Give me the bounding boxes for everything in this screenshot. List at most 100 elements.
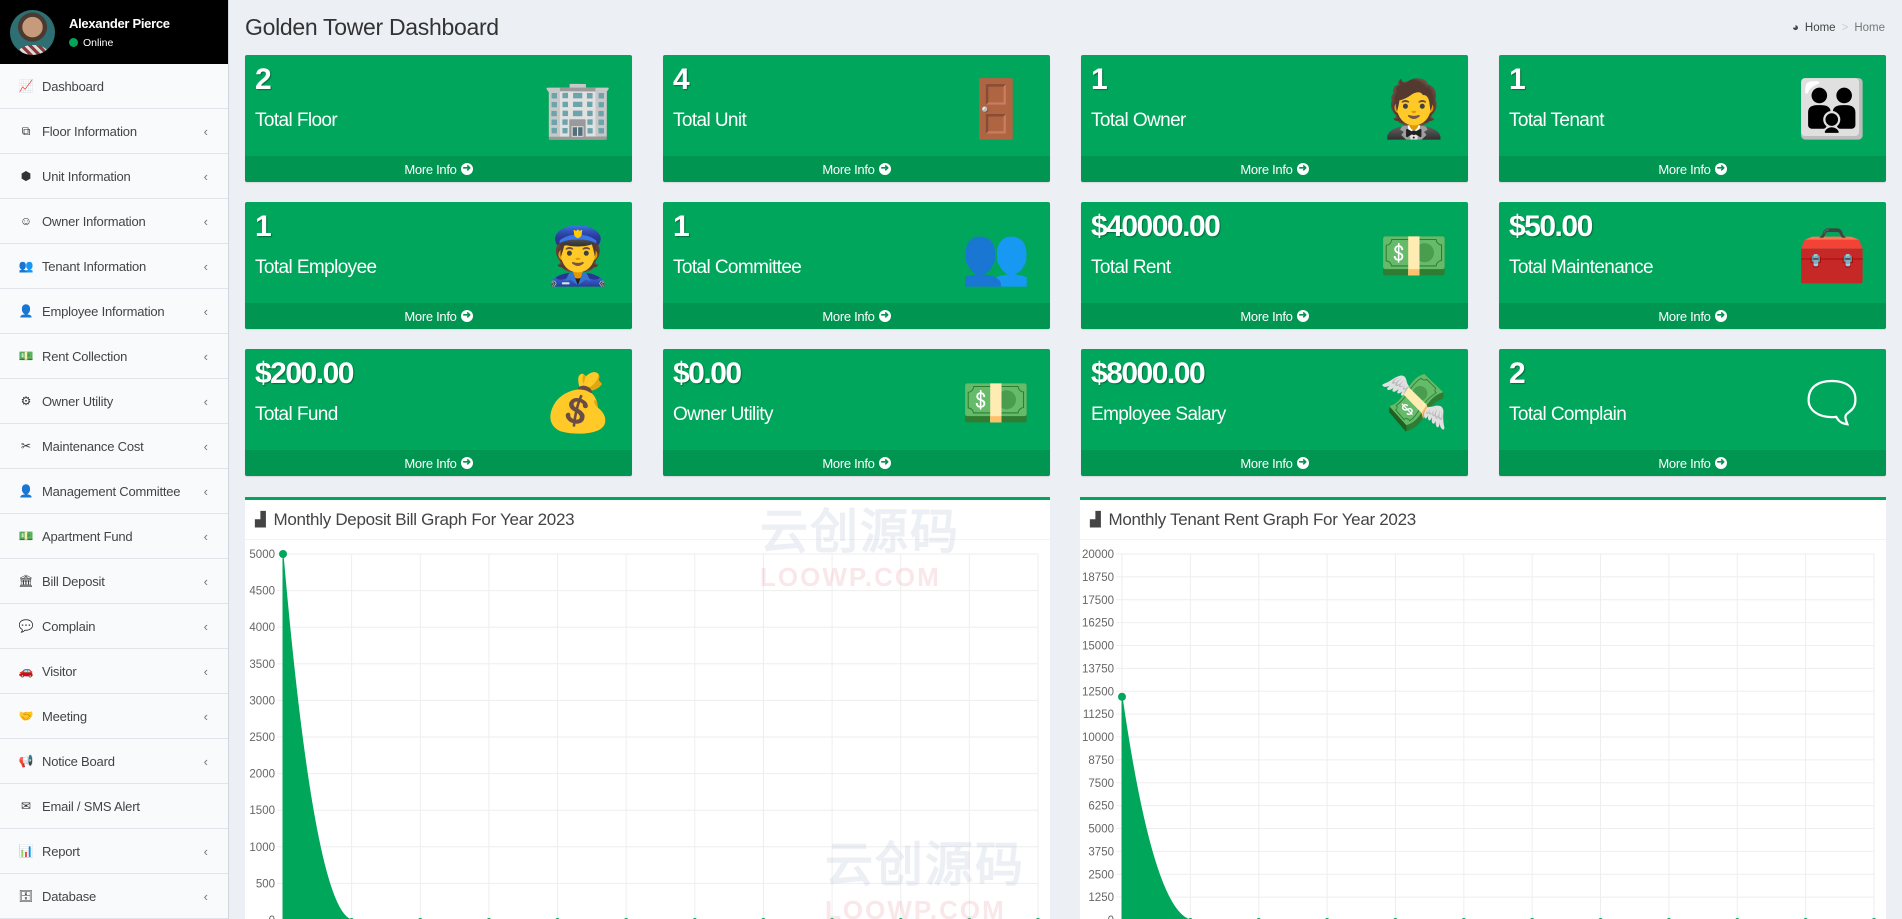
y-tick-label: 17500 — [1082, 595, 1114, 607]
family-icon: 👪 — [1797, 77, 1867, 140]
y-tick-label: 11250 — [1083, 709, 1114, 721]
comments-icon: 💬 — [18, 619, 34, 633]
sidebar-item-complain[interactable]: 💬 Complain ‹ — [0, 604, 228, 649]
chevron-left-icon: ‹ — [203, 303, 208, 319]
more-info-link[interactable]: More Info ➜ — [663, 303, 1050, 329]
more-info-label: More Info — [1240, 455, 1293, 471]
card-label: Total Rent — [1091, 257, 1171, 278]
more-info-link[interactable]: More Info ➜ — [1081, 450, 1468, 476]
more-info-link[interactable]: More Info ➜ — [663, 450, 1050, 476]
chevron-left-icon: ‹ — [203, 483, 208, 499]
sidebar-item-tenant-information[interactable]: 👥 Tenant Information ‹ — [0, 244, 228, 289]
sidebar-item-label: Owner Information — [42, 213, 146, 229]
deposit-bill-chart-box: ▟ Monthly Deposit Bill Graph For Year 20… — [245, 497, 1050, 919]
y-tick-label: 8750 — [1088, 755, 1114, 767]
bar-chart-icon: 📊 — [18, 844, 34, 858]
more-info-link[interactable]: More Info ➜ — [1499, 450, 1886, 476]
sidebar-item-label: Complain — [42, 618, 96, 634]
y-tick-label: 4500 — [249, 586, 275, 598]
database-icon: 🗄 — [18, 889, 34, 903]
handshake-icon: 🤝 — [18, 709, 34, 723]
area-series — [1121, 696, 1190, 919]
deposit-bill-chart: 5000450040003500300025002000150010005000 — [249, 549, 1040, 919]
sidebar-item-label: Floor Information — [42, 123, 137, 139]
data-point[interactable] — [279, 550, 287, 558]
breadcrumb-home-link[interactable]: Home — [1805, 22, 1836, 34]
more-info-link[interactable]: More Info ➜ — [1499, 156, 1886, 182]
data-point[interactable] — [1118, 692, 1126, 701]
more-info-link[interactable]: More Info ➜ — [245, 156, 632, 182]
user-panel: Alexander Pierce Online — [0, 0, 228, 64]
car-icon: 🚗 — [18, 664, 34, 678]
sidebar-item-label: Maintenance Cost — [42, 438, 144, 454]
sidebar-item-owner-utility[interactable]: ⚙ Owner Utility ‹ — [0, 379, 228, 424]
sidebar-item-meeting[interactable]: 🤝 Meeting ‹ — [0, 694, 228, 739]
sidebar-item-label: Meeting — [42, 708, 87, 724]
sidebar-item-management-committee[interactable]: 👤 Management Committee ‹ — [0, 469, 228, 514]
sidebar-item-label: Database — [42, 888, 97, 904]
cubes-icon: ⬢ — [20, 169, 32, 183]
stat-card-total-tenant: 1 Total Tenant 👪 More Info ➜ — [1499, 55, 1886, 182]
police-officer-icon: 👮 — [543, 224, 613, 287]
tenant-rent-chart: 2000018750175001625015000137501250011250… — [1082, 549, 1876, 919]
banknote-coins-icon: 💸 — [1379, 371, 1449, 434]
card-label: Total Fund — [255, 404, 338, 425]
copy-icon: ⧉ — [21, 123, 31, 138]
more-info-link[interactable]: More Info ➜ — [245, 303, 632, 329]
sidebar-item-email-sms-alert[interactable]: ✉ Email / SMS Alert — [0, 784, 228, 829]
sidebar-item-rent-collection[interactable]: 💵 Rent Collection ‹ — [0, 334, 228, 379]
more-info-label: More Info — [822, 161, 875, 177]
card-value: 2 — [255, 63, 272, 96]
dashboard-icon: ◕ — [1791, 22, 1799, 34]
breadcrumb: ◕ Home > Home — [1792, 22, 1885, 34]
y-tick-label: 1000 — [249, 842, 275, 854]
y-tick-label: 3500 — [249, 659, 275, 671]
chevron-left-icon: ‹ — [203, 843, 208, 859]
sidebar-item-label: Dashboard — [42, 78, 104, 94]
y-tick-label: 16250 — [1082, 618, 1114, 630]
sidebar-item-visitor[interactable]: 🚗 Visitor ‹ — [0, 649, 228, 694]
sidebar-item-employee-information[interactable]: 👤 Employee Information ‹ — [0, 289, 228, 334]
more-info-label: More Info — [822, 308, 875, 324]
card-label: Total Floor — [255, 110, 338, 131]
breadcrumb-separator: > — [1841, 22, 1849, 34]
users-icon: 👥 — [18, 259, 34, 273]
y-tick-label: 2000 — [249, 769, 275, 781]
card-label: Total Unit — [673, 110, 747, 131]
area-chart-icon: ▟ — [255, 511, 266, 527]
card-label: Total Owner — [1091, 110, 1186, 131]
sidebar-item-apartment-fund[interactable]: 💵 Apartment Fund ‹ — [0, 514, 228, 559]
sidebar-item-label: Rent Collection — [42, 348, 128, 364]
page-title: Golden Tower Dashboard — [245, 14, 499, 40]
chevron-left-icon: ‹ — [203, 438, 208, 454]
card-value: 4 — [673, 63, 690, 96]
sidebar-item-database[interactable]: 🗄 Database ‹ — [0, 874, 228, 919]
user-icon: 👤 — [18, 484, 34, 498]
more-info-link[interactable]: More Info ➜ — [245, 450, 632, 476]
sidebar-item-notice-board[interactable]: 📢 Notice Board ‹ — [0, 739, 228, 784]
money-coins-icon: 💰 — [543, 371, 613, 434]
sidebar-item-report[interactable]: 📊 Report ‹ — [0, 829, 228, 874]
more-info-link[interactable]: More Info ➜ — [1499, 303, 1886, 329]
money-icon: 💵 — [18, 529, 34, 543]
sidebar-item-maintenance-cost[interactable]: ✂ Maintenance Cost ‹ — [0, 424, 228, 469]
more-info-link[interactable]: More Info ➜ — [1081, 303, 1468, 329]
money-icon: 💵 — [18, 349, 34, 363]
more-info-link[interactable]: More Info ➜ — [663, 156, 1050, 182]
businessman-icon: 🤵 — [1379, 77, 1449, 140]
card-value: $8000.00 — [1091, 357, 1206, 390]
chevron-left-icon: ‹ — [203, 258, 208, 274]
card-value: $200.00 — [255, 357, 354, 390]
sidebar-item-owner-information[interactable]: ☺ Owner Information ‹ — [0, 199, 228, 244]
stat-card-total-floor: 2 Total Floor 🏢 More Info ➜ — [245, 55, 632, 182]
user-speech-icon: 🗨 — [1796, 371, 1868, 434]
more-info-label: More Info — [404, 161, 457, 177]
sidebar-item-floor-information[interactable]: ⧉ Floor Information ‹ — [0, 109, 228, 154]
stat-card-total-employee: 1 Total Employee 👮 More Info ➜ — [245, 202, 632, 329]
more-info-link[interactable]: More Info ➜ — [1081, 156, 1468, 182]
sidebar-item-bill-deposit[interactable]: 🏛 Bill Deposit ‹ — [0, 559, 228, 604]
sidebar-item-unit-information[interactable]: ⬢ Unit Information ‹ — [0, 154, 228, 199]
chevron-left-icon: ‹ — [203, 168, 208, 184]
sidebar-item-dashboard[interactable]: 📈 Dashboard — [0, 64, 228, 109]
arrow-circle-right-icon: ➜ — [1714, 310, 1727, 322]
